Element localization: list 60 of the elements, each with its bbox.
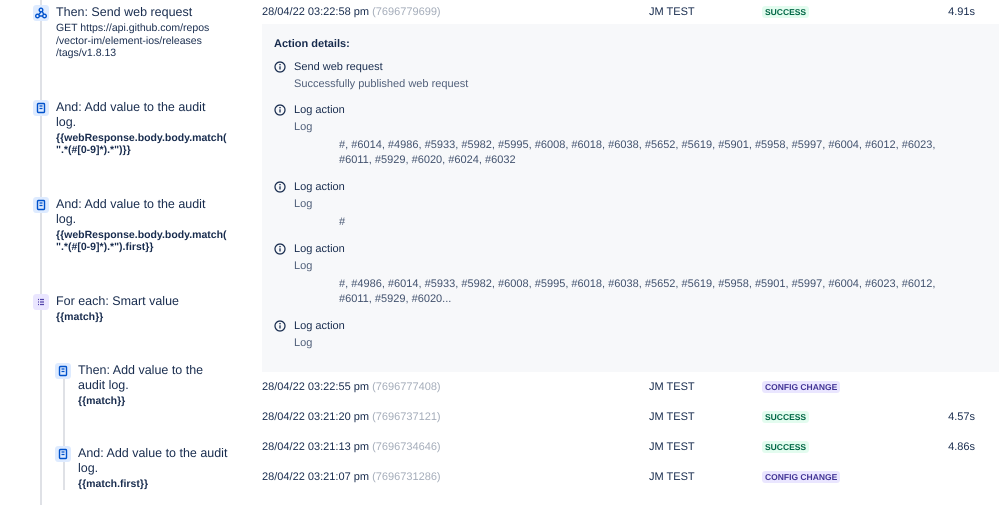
execution-id: (7696779699) bbox=[372, 6, 441, 18]
action-title: Log action bbox=[294, 103, 346, 117]
component-detail: {{match.first}} bbox=[78, 478, 150, 490]
action-subtitle: Log bbox=[294, 197, 314, 211]
status-lozenge: SUCCESS bbox=[762, 441, 810, 453]
execution-id: (7696737121) bbox=[372, 411, 441, 423]
action-subtitle: Log bbox=[294, 336, 314, 350]
log-message: #, #4986, #6014, #5933, #5982, #6008, #5995, #6018, #6038, #5652, #5619, #5958, #5901, #5997, #6004, #6023, #6012, #6011, #5929, #6020... bbox=[339, 277, 936, 307]
info-icon bbox=[274, 243, 286, 255]
action-title: Log action bbox=[294, 242, 346, 256]
component-detail: {{webResponse.body.body.match( ".*(#[0-9]*).*")}} bbox=[56, 132, 226, 156]
component-detail: {{match}} bbox=[56, 310, 104, 323]
status-lozenge: CONFIG CHANGE bbox=[762, 471, 840, 483]
date-text: 28/04/22 03:22:58 pm bbox=[262, 6, 370, 18]
duration-text: 4.57s bbox=[948, 411, 975, 423]
document-icon bbox=[55, 446, 71, 462]
component-title: For each: Smart value bbox=[56, 294, 180, 308]
component-detail: {{match}} bbox=[78, 395, 126, 408]
date-text: 28/04/22 03:21:07 pm bbox=[262, 471, 370, 483]
webhook-icon bbox=[33, 5, 49, 21]
status-lozenge: SUCCESS bbox=[762, 6, 810, 18]
document-icon bbox=[33, 196, 49, 212]
actor-name: JM TEST bbox=[649, 6, 696, 18]
date-text: 28/04/22 03:21:20 pm bbox=[262, 411, 370, 423]
execution-id: (7696734646) bbox=[372, 441, 441, 453]
document-icon bbox=[33, 100, 49, 116]
info-icon bbox=[274, 104, 286, 116]
date-text: 28/04/22 03:21:13 pm bbox=[262, 441, 370, 453]
component-detail: GET https://api.github.com/repos /vector-im/element-ios/releases /tags/v1.8.13 bbox=[56, 22, 210, 60]
document-icon bbox=[55, 363, 71, 379]
log-message: #, #6014, #4986, #5933, #5982, #5995, #6008, #6018, #6038, #5652, #5619, #5901, #5958, #5997, #6004, #6012, #6023, #6011, #5929, #6020, #6024, #6032 bbox=[339, 138, 936, 168]
duration-text: 4.86s bbox=[948, 441, 975, 453]
action-subtitle: Log bbox=[294, 259, 314, 273]
component-detail: {{webResponse.body.body.match( ".*(#[0-9]*).*").first}} bbox=[56, 228, 226, 254]
action-title: Log action bbox=[294, 319, 345, 333]
action-subtitle: Successfully published web request bbox=[294, 77, 468, 91]
component-title: Then: Add value to the audit log. bbox=[78, 363, 204, 393]
component-title: And: Add value to the audit log. bbox=[78, 446, 228, 476]
actor-name: JM TEST bbox=[649, 411, 696, 423]
component-title: Then: Send web request bbox=[56, 5, 194, 20]
action-title: Send web request bbox=[294, 60, 384, 74]
action-subtitle: Log bbox=[294, 120, 314, 134]
info-icon bbox=[274, 181, 286, 193]
execution-id: (7696731286) bbox=[372, 471, 441, 483]
component-title: And: Add value to the audit log. bbox=[56, 100, 206, 130]
actor-name: JM TEST bbox=[649, 471, 696, 483]
execution-id: (7696777408) bbox=[372, 381, 441, 393]
action-title: Log action bbox=[294, 180, 346, 194]
info-icon bbox=[274, 320, 286, 332]
actor-name: JM TEST bbox=[649, 441, 696, 453]
date-text: 28/04/22 03:22:55 pm bbox=[262, 381, 370, 393]
list-icon bbox=[33, 294, 49, 310]
component-title: And: Add value to the audit log. bbox=[56, 196, 206, 226]
actor-name: JM TEST bbox=[649, 381, 696, 393]
status-lozenge: SUCCESS bbox=[762, 411, 810, 423]
status-lozenge: CONFIG CHANGE bbox=[762, 381, 840, 393]
details-heading: Action details: bbox=[274, 38, 351, 50]
duration-text: 4.91s bbox=[948, 6, 975, 18]
log-message: # bbox=[339, 215, 346, 230]
info-icon bbox=[274, 61, 286, 73]
